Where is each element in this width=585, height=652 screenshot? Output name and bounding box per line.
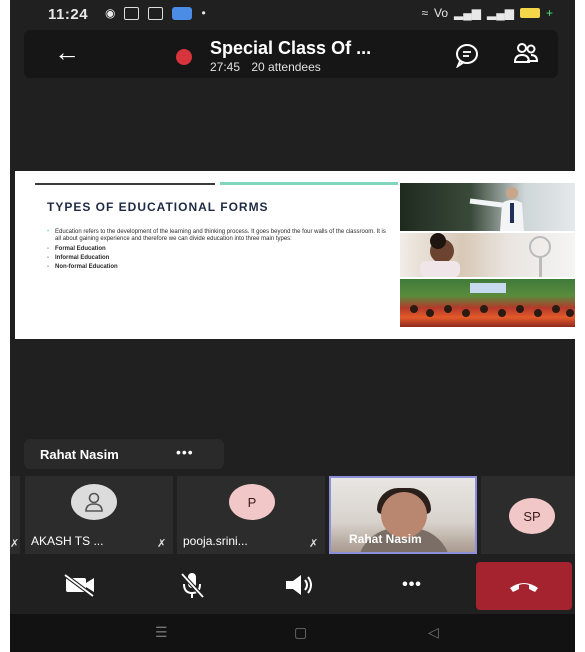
status-time: 11:24 xyxy=(48,6,89,23)
classroom-image xyxy=(400,279,575,327)
call-controls: ••• xyxy=(10,560,575,612)
participant-tile-partial[interactable]: ✗ xyxy=(10,476,20,554)
volte-icon: Vo xyxy=(434,6,449,20)
attendee-count: 20 attendees xyxy=(251,60,321,74)
presenter-name: Rahat Nasim xyxy=(40,447,119,462)
phone-screen: 11:24 ◉ • ≈ Vo ▂▄▆ ▂▄▆ + ← Special Class… xyxy=(10,0,575,652)
teacher-image xyxy=(400,183,575,231)
recording-icon xyxy=(176,49,192,65)
slide-list-item: Informal Education xyxy=(47,255,387,262)
signal-icon: ▂▄▆ xyxy=(454,6,482,20)
avatar: SP xyxy=(509,498,555,534)
back-arrow-icon[interactable]: ← xyxy=(54,39,80,65)
participant-name: Rahat Nasim xyxy=(349,532,422,546)
meeting-duration: 27:45 xyxy=(210,60,241,74)
shared-slide: TYPES OF EDUCATIONAL FORMS Education ref… xyxy=(15,171,575,339)
more-options-button[interactable]: ••• xyxy=(392,568,432,602)
student-image xyxy=(400,233,575,277)
end-call-icon xyxy=(510,583,538,592)
slide-list: Formal Education Informal Education Non-… xyxy=(47,246,387,271)
chat-icon[interactable] xyxy=(454,42,480,69)
participant-tile[interactable]: AKASH TS ... ✗ xyxy=(25,476,173,554)
charging-icon: + xyxy=(545,6,553,20)
message-icon xyxy=(148,6,164,20)
notification-icon: ◉ xyxy=(105,6,116,20)
wifi-icon: ≈ xyxy=(421,6,429,20)
battery-icon xyxy=(519,8,540,18)
slide-divider xyxy=(35,183,215,185)
home-icon[interactable]: ▢ xyxy=(294,624,307,641)
outlook-icon xyxy=(172,6,193,20)
status-bar: 11:24 ◉ • ≈ Vo ▂▄▆ ▂▄▆ + xyxy=(10,0,575,28)
back-icon[interactable]: ◁ xyxy=(428,624,439,641)
status-right-icons: ≈ Vo ▂▄▆ ▂▄▆ + xyxy=(421,6,553,20)
meeting-title[interactable]: Special Class Of ... xyxy=(210,38,371,59)
person-icon xyxy=(85,492,103,512)
participant-name: pooja.srini... xyxy=(183,534,248,548)
meeting-meta: 27:45 20 attendees xyxy=(210,60,321,74)
speaker-icon[interactable] xyxy=(280,568,320,602)
slide-list-item: Non-formal Education xyxy=(47,264,387,271)
presenter-more-button[interactable]: ••• xyxy=(176,444,194,460)
participants-icon[interactable] xyxy=(512,40,540,68)
participant-tile[interactable]: P pooja.srini... ✗ xyxy=(177,476,325,554)
presenter-bar[interactable]: Rahat Nasim ••• xyxy=(24,439,224,469)
slide-divider-accent xyxy=(220,182,398,185)
mic-off-icon: ✗ xyxy=(309,538,319,550)
avatar xyxy=(71,484,117,520)
slide-title: TYPES OF EDUCATIONAL FORMS xyxy=(47,200,269,214)
participant-strip: ✗ AKASH TS ... ✗ P pooja.srini... ✗ Raha… xyxy=(10,476,575,554)
avatar: P xyxy=(229,484,275,520)
status-left-icons: ◉ • xyxy=(105,6,206,20)
recent-apps-icon[interactable]: ☰ xyxy=(155,624,168,641)
participant-video-tile[interactable]: Rahat Nasim xyxy=(329,476,477,554)
mic-off-icon[interactable] xyxy=(172,568,212,602)
signal-icon: ▂▄▆ xyxy=(487,6,514,20)
slide-body: Education refers to the development of t… xyxy=(47,229,387,273)
dot-icon: • xyxy=(201,6,206,20)
meeting-header: ← Special Class Of ... 27:45 20 attendee… xyxy=(24,30,558,78)
more-options-label: ••• xyxy=(402,576,422,593)
sim-icon xyxy=(124,6,140,20)
participant-tile[interactable]: SP xyxy=(481,476,575,554)
camera-off-icon[interactable] xyxy=(60,568,100,602)
slide-paragraph: Education refers to the development of t… xyxy=(47,229,387,243)
slide-list-item: Formal Education xyxy=(47,246,387,253)
mic-off-icon: ✗ xyxy=(157,538,167,550)
navigation-bar: ☰ ▢ ◁ xyxy=(10,614,575,652)
participant-name: AKASH TS ... xyxy=(31,534,104,548)
end-call-button[interactable] xyxy=(476,562,572,610)
mic-off-icon: ✗ xyxy=(10,538,20,550)
